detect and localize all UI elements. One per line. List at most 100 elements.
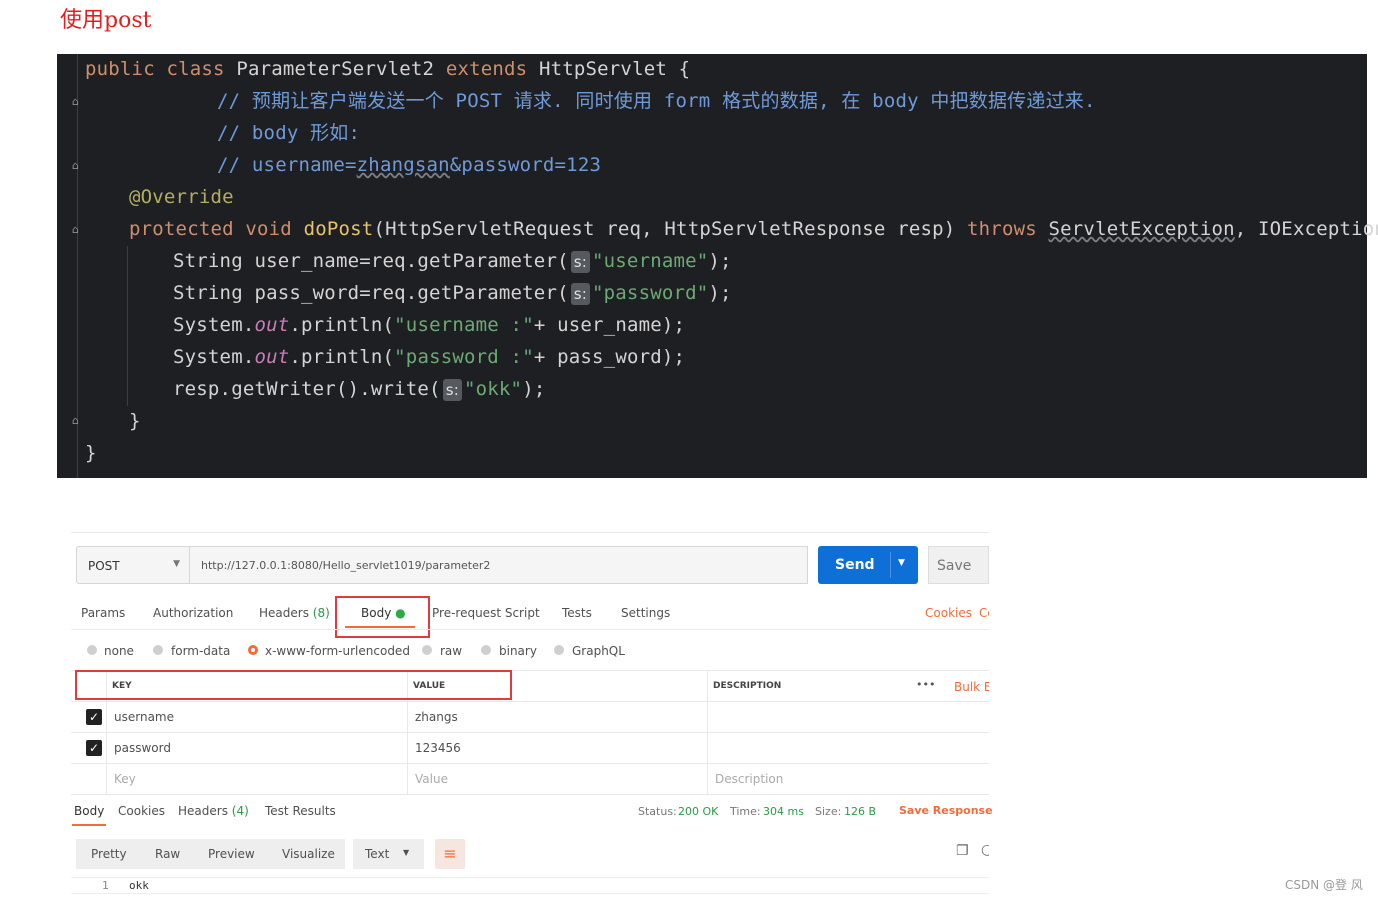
code-line-13: } (85, 442, 97, 464)
code-comment-3: // username=zhangsan&password=123 (217, 154, 602, 176)
code-line-8: String pass_word=req.getParameter(s: "pas… (173, 282, 732, 305)
code-line-11: resp.getWriter().write(s: "okk"); (173, 378, 546, 401)
radio-none[interactable] (87, 645, 97, 655)
line-number: 1 (102, 879, 109, 892)
save-label: Save (937, 558, 972, 574)
view-raw-button[interactable]: Raw (155, 847, 180, 861)
fold-marker-icon[interactable]: ⌂ (72, 96, 82, 108)
param-value[interactable]: zhangs (415, 710, 458, 724)
radio-label-graphql: GraphQL (572, 644, 625, 658)
wrap-lines-icon[interactable]: ≡ (435, 839, 465, 869)
param-key[interactable]: username (114, 710, 174, 724)
save-response-button[interactable]: Save Response (899, 804, 993, 817)
radio-label-raw: raw (440, 644, 463, 658)
active-tab-underline (345, 626, 415, 628)
watermark: CSDN @登 风 (1285, 878, 1363, 892)
bulk-edit-link[interactable]: Bulk E (954, 680, 989, 694)
radio-binary[interactable] (481, 645, 491, 655)
radio-x-www-form-urlencoded-selected[interactable] (248, 645, 258, 655)
param-hint: s: (570, 251, 591, 273)
highlight-box-table-header (75, 670, 512, 700)
table-line (71, 701, 989, 702)
radio-form-data[interactable] (153, 645, 163, 655)
code-link[interactable]: Co (979, 606, 989, 620)
radio-graphql[interactable] (554, 645, 564, 655)
tabs-divider (71, 629, 989, 630)
resp-tab-headers[interactable]: Headers (4) (178, 804, 249, 818)
copy-icon[interactable]: ❐ (956, 843, 969, 859)
response-bottom-line (71, 893, 989, 894)
resp-tab-cookies[interactable]: Cookies (118, 804, 165, 818)
response-body-text: okk (129, 879, 149, 892)
column-header-description: DESCRIPTION (713, 681, 782, 691)
time-value: 304 ms (763, 805, 804, 818)
url-input[interactable]: http://127.0.0.1:8080/Hello_servlet1019/… (190, 546, 808, 584)
view-visualize-button[interactable]: Visualize (282, 847, 335, 861)
format-select[interactable]: Text ▼ (353, 839, 424, 869)
table-line (71, 763, 989, 764)
format-label: Text (365, 847, 390, 861)
param-hint: s: (442, 379, 462, 401)
description-placeholder[interactable]: Description (715, 772, 783, 786)
code-line-10: System.out.println("password :"+ pass_wo… (173, 346, 686, 368)
table-line (71, 732, 989, 733)
code-line-9: System.out.println("username :"+ user_na… (173, 314, 686, 336)
checkbox-checked-icon[interactable]: ✓ (86, 709, 102, 725)
tab-tests[interactable]: Tests (562, 606, 592, 620)
fold-marker-icon[interactable]: ⌂ (72, 160, 82, 172)
code-annotation: @Override (129, 186, 234, 208)
response-divider (71, 877, 989, 878)
column-divider (707, 670, 708, 794)
cookies-link[interactable]: Cookies (925, 606, 972, 620)
table-line (71, 794, 989, 795)
view-pretty-button[interactable]: Pretty (91, 847, 127, 861)
send-divider (890, 552, 891, 578)
code-line-12: } (129, 410, 141, 432)
param-value[interactable]: 123456 (415, 741, 461, 755)
tab-params[interactable]: Params (81, 606, 125, 620)
chevron-down-icon[interactable]: ▼ (898, 558, 905, 568)
tab-settings[interactable]: Settings (621, 606, 670, 620)
code-comment-1: // 预期让客户端发送一个 POST 请求. 同时使用 form 格式的数据, … (217, 90, 1096, 112)
tab-headers[interactable]: Headers (8) (259, 606, 330, 620)
checkbox-checked-icon[interactable]: ✓ (86, 740, 102, 756)
column-header-key: KEY (112, 681, 132, 691)
resp-tab-body[interactable]: Body (74, 804, 104, 818)
tab-authorization[interactable]: Authorization (153, 606, 233, 620)
active-resp-tab-underline (72, 824, 106, 826)
status-value: 200 OK (678, 805, 719, 818)
save-button[interactable]: Save (928, 546, 989, 584)
code-line-7: String user_name=req.getParameter(s: "use… (173, 250, 732, 273)
view-preview-button[interactable]: Preview (208, 847, 255, 861)
radio-raw[interactable] (422, 645, 432, 655)
radio-label-urlencoded: x-www-form-urlencoded (265, 644, 410, 658)
active-dot-icon: ● (395, 606, 406, 620)
chevron-down-icon: ▼ (173, 559, 180, 569)
code-comment-2: // body 形如: (217, 122, 361, 144)
more-options-icon[interactable]: ••• (916, 678, 935, 691)
indent-guide (127, 246, 128, 406)
method-label: POST (88, 559, 120, 573)
param-hint: s: (570, 283, 591, 305)
value-placeholder[interactable]: Value (415, 772, 448, 786)
fold-marker-icon[interactable]: ⌂ (72, 415, 82, 427)
send-label: Send (835, 557, 875, 573)
size-label: Size: (815, 805, 842, 818)
chevron-down-icon: ▼ (403, 848, 410, 857)
tab-body[interactable]: Body ● (361, 606, 406, 620)
radio-label-none: none (104, 644, 134, 658)
postman-top-border (71, 532, 989, 533)
code-line-1: public class ParameterServlet2 extends H… (85, 58, 691, 80)
key-placeholder[interactable]: Key (114, 772, 136, 786)
search-icon[interactable]: ○ (981, 842, 989, 858)
size-value: 126 B (844, 805, 877, 818)
section-heading: 使用post (60, 8, 152, 33)
send-button[interactable]: Send ▼ (818, 546, 918, 584)
method-select[interactable]: POST ▼ (76, 546, 190, 584)
fold-marker-icon[interactable]: ⌂ (72, 224, 82, 236)
tab-pre-request-script[interactable]: Pre-request Script (432, 606, 540, 620)
radio-label-binary: binary (499, 644, 537, 658)
radio-label-form-data: form-data (171, 644, 231, 658)
param-key[interactable]: password (114, 741, 171, 755)
resp-tab-test-results[interactable]: Test Results (265, 804, 336, 818)
